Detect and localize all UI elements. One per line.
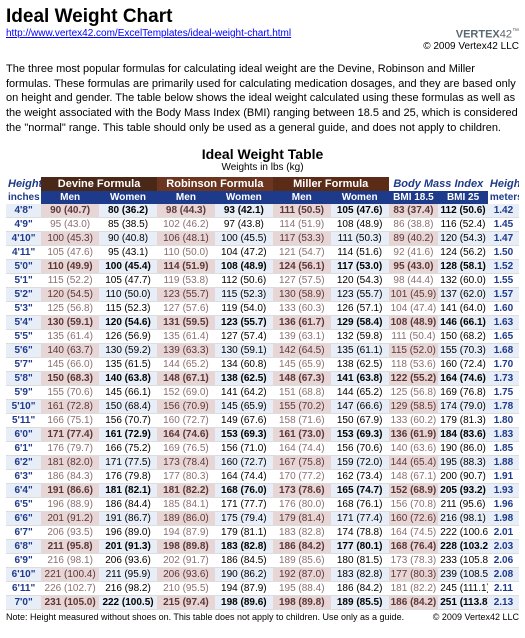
table-row: 5'6"140 (63.7)130 (59.2)139 (63.3)130 (5… <box>6 343 519 357</box>
table-subtitle: Weights in lbs (kg) <box>6 162 519 173</box>
table-row: 5'10"161 (72.8)150 (68.4)156 (70.9)145 (… <box>6 399 519 413</box>
vertex-logo: VERTEX42™ <box>456 28 519 41</box>
table-row: 6'7"206 (93.5)196 (89.0)194 (87.9)179 (8… <box>6 525 519 539</box>
copyright-top: © 2009 Vertex42 LLC <box>423 41 519 52</box>
table-row: 6'0"171 (77.4)161 (72.9)164 (74.6)153 (6… <box>6 427 519 441</box>
table-row: 5'8"150 (68.3)140 (63.8)148 (67.1)138 (6… <box>6 371 519 385</box>
table-row: 5'11"166 (75.1)156 (70.7)160 (72.7)149 (… <box>6 413 519 427</box>
table-row: 6'9"216 (98.1)206 (93.6)202 (91.7)186 (8… <box>6 553 519 567</box>
footnote: Note: Height measured without shoes on. … <box>6 612 404 622</box>
table-title: Ideal Weight Table <box>6 146 519 162</box>
table-row: 5'2"120 (54.5)110 (50.0)123 (55.7)115 (5… <box>6 287 519 301</box>
table-row: 5'5"135 (61.4)126 (56.9)135 (61.4)127 (5… <box>6 329 519 343</box>
table-row: 6'2"181 (82.0)171 (77.5)173 (78.4)160 (7… <box>6 455 519 469</box>
page-title: Ideal Weight Chart <box>6 6 519 28</box>
table-row: 4'9"95 (43.0)85 (38.5)102 (46.2)97 (43.8… <box>6 217 519 231</box>
table-row: 5'7"145 (66.0)135 (61.5)144 (65.2)134 (6… <box>6 357 519 371</box>
table-row: 6'4"191 (86.6)181 (82.1)181 (82.2)168 (7… <box>6 483 519 497</box>
table-row: 6'1"176 (79.7)166 (75.2)169 (76.5)156 (7… <box>6 441 519 455</box>
table-row: 6'3"186 (84.3)176 (79.8)177 (80.3)164 (7… <box>6 469 519 483</box>
table-row: 5'3"125 (56.8)115 (52.3)127 (57.6)119 (5… <box>6 301 519 315</box>
table-row: 5'0"110 (49.9)100 (45.4)114 (51.9)108 (4… <box>6 259 519 273</box>
table-row: 6'5"196 (88.9)186 (84.4)185 (84.1)171 (7… <box>6 497 519 511</box>
table-row: 6'6"201 (91.2)191 (86.7)189 (86.0)175 (7… <box>6 511 519 525</box>
source-url[interactable]: http://www.vertex42.com/ExcelTemplates/i… <box>6 28 291 41</box>
weight-table: Height Devine Formula Robinson Formula M… <box>6 177 519 610</box>
table-row: 6'8"211 (95.8)201 (91.3)198 (89.8)183 (8… <box>6 539 519 553</box>
table-row: 6'10"221 (100.4)211 (95.9)206 (93.6)190 … <box>6 567 519 581</box>
table-row: 4'8"90 (40.7)80 (36.2)98 (44.3)93 (42.1)… <box>6 204 519 218</box>
table-row: 6'11"226 (102.7)216 (98.2)210 (95.5)194 … <box>6 581 519 595</box>
table-row: 4'11"105 (47.6)95 (43.1)110 (50.0)104 (4… <box>6 245 519 259</box>
table-row: 5'1"115 (52.2)105 (47.7)119 (53.8)112 (5… <box>6 273 519 287</box>
table-row: 5'9"155 (70.6)145 (66.1)152 (69.0)141 (6… <box>6 385 519 399</box>
intro-text: The three most popular formulas for calc… <box>6 62 519 136</box>
copyright-bottom: © 2009 Vertex42 LLC <box>433 612 519 622</box>
table-row: 5'4"130 (59.1)120 (54.6)131 (59.5)123 (5… <box>6 315 519 329</box>
table-row: 4'10"100 (45.3)90 (40.8)106 (48.1)100 (4… <box>6 231 519 245</box>
table-row: 7'0"231 (105.0)222 (100.5)215 (97.4)198 … <box>6 595 519 609</box>
